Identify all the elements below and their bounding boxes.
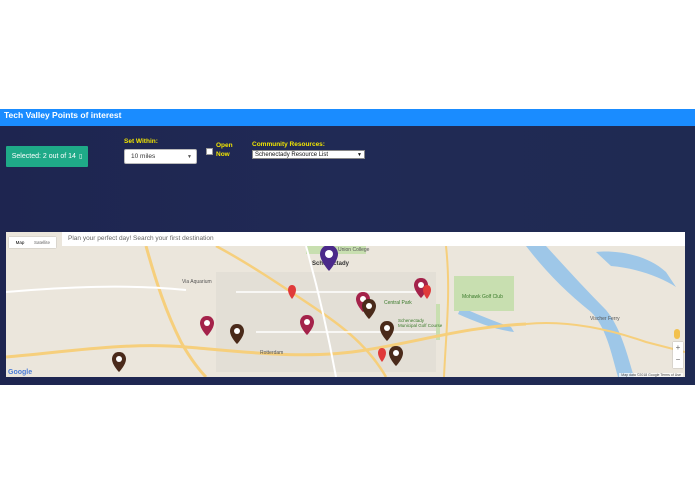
list-icon: ▯ [78, 154, 83, 160]
map-marker-purple[interactable] [319, 244, 339, 272]
map-type-satellite-button[interactable]: Satellite [31, 237, 53, 248]
map-marker-brown[interactable] [388, 345, 404, 367]
app-header: Tech Valley Points of interest [0, 109, 695, 126]
street-view-icon[interactable] [674, 329, 680, 339]
set-within-label: Set Within: [124, 138, 158, 145]
map-marker-brown[interactable] [111, 351, 127, 373]
selected-count-button[interactable]: Selected: 2 out of 14 ▯ [6, 146, 88, 167]
community-resources-label: Community Resources: [252, 141, 325, 148]
place-label-aquarium: Via Aquarium [182, 279, 212, 285]
destination-search-input[interactable]: Plan your perfect day! Search your first… [62, 232, 685, 246]
place-label-union-college: Union College [338, 247, 370, 253]
map-type-control[interactable]: Map Satellite [9, 237, 56, 248]
map-view[interactable]: Union College Schenectady Central Park M… [6, 232, 685, 377]
page-title: Tech Valley Points of interest [4, 110, 122, 120]
map-marker-brown[interactable] [379, 320, 395, 342]
place-label-rotterdam: Rotterdam [260, 350, 284, 356]
map-marker-red[interactable] [422, 284, 432, 300]
map-canvas[interactable] [6, 232, 685, 377]
zoom-out-button[interactable]: − [673, 354, 683, 366]
map-attribution[interactable]: Map data ©2018 Google Terms of Use [619, 373, 683, 377]
map-marker-red[interactable] [377, 347, 387, 363]
community-resources-select[interactable]: Schenectady Resource List ▼ [252, 150, 365, 159]
place-label-mohawk-golf: Mohawk Golf Club [462, 294, 503, 300]
community-resources-value: Schenectady Resource List [255, 152, 329, 158]
place-label-golf-course: Schenectady Municipal Golf Course [398, 318, 443, 328]
chevron-down-icon: ▼ [187, 154, 192, 160]
zoom-control[interactable]: + − [673, 342, 683, 368]
zoom-in-button[interactable]: + [673, 342, 683, 354]
map-marker-maroon[interactable] [199, 315, 215, 337]
open-now-label-line2: Now [216, 151, 230, 158]
place-label-vischer-ferry: Vischer Ferry [590, 316, 620, 322]
map-marker-brown[interactable] [229, 323, 245, 345]
map-type-map-button[interactable]: Map [9, 237, 31, 248]
map-marker-maroon[interactable] [299, 314, 315, 336]
map-marker-red[interactable] [287, 284, 297, 300]
distance-select[interactable]: 10 miles ▼ [124, 149, 197, 164]
distance-value: 10 miles [131, 153, 156, 160]
map-marker-brown[interactable] [361, 298, 377, 320]
open-now-checkbox[interactable] [206, 148, 213, 155]
google-logo: Google [8, 369, 33, 376]
chevron-down-icon: ▼ [357, 152, 362, 158]
open-now-label-line1: Open [216, 142, 233, 149]
selected-count-label: Selected: 2 out of 14 [11, 153, 76, 160]
place-label-central-park: Central Park [384, 300, 412, 306]
